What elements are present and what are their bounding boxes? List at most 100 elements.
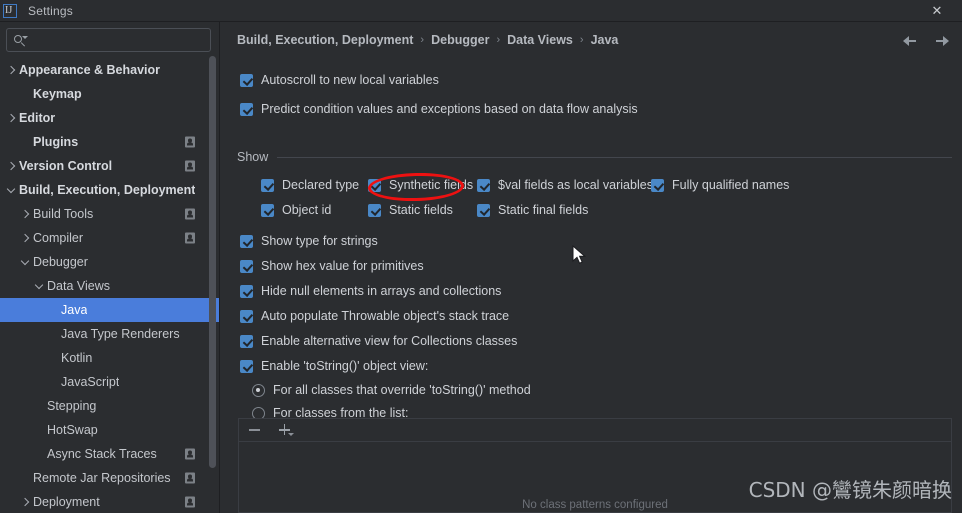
checkbox-box[interactable] — [240, 334, 253, 348]
checkbox-box[interactable] — [368, 178, 381, 192]
chevron-right-icon[interactable] — [4, 63, 18, 77]
checkbox-autoscroll-new-local-variables[interactable]: Autoscroll to new local variables — [240, 73, 439, 87]
sidebar-item-label: Appearance & Behavior — [19, 63, 161, 77]
sidebar-item-deployment[interactable]: Deployment — [0, 490, 219, 513]
breadcrumb-item[interactable]: Java — [591, 33, 619, 47]
group-separator-show: Show — [237, 150, 952, 164]
checkbox-box[interactable] — [240, 309, 253, 323]
sidebar-item-appearance-behavior[interactable]: Appearance & Behavior — [0, 58, 219, 82]
checkbox-box[interactable] — [240, 234, 253, 248]
checkbox-box[interactable] — [368, 203, 381, 217]
non-project-settings-icon — [185, 160, 195, 172]
checkbox-object-id[interactable]: Object id — [261, 203, 331, 217]
sidebar-item-label: Async Stack Traces — [47, 447, 157, 461]
empty-state-text: No class patterns configured — [522, 499, 668, 511]
chevron-down-icon[interactable] — [4, 183, 18, 197]
chevron-right-icon[interactable] — [4, 159, 18, 173]
sidebar-item-plugins[interactable]: Plugins — [0, 130, 219, 154]
checkbox-declared-type[interactable]: Declared type — [261, 178, 359, 192]
chevron-right-icon[interactable] — [18, 231, 32, 245]
chevron-down-icon[interactable] — [32, 279, 46, 293]
checkbox-show-hex-value-for-primitives[interactable]: Show hex value for primitives — [240, 259, 424, 273]
sidebar-item-java-type-renderers[interactable]: Java Type Renderers — [0, 322, 219, 346]
window-titlebar: IJ Settings ✕ — [0, 0, 962, 22]
checkbox-label: Object id — [282, 203, 332, 217]
sidebar-item-javascript[interactable]: JavaScript — [0, 370, 219, 394]
arrow-left-icon[interactable] — [902, 32, 920, 50]
checkbox-label: Static final fields — [498, 203, 589, 217]
checkbox-static-fields[interactable]: Static fields — [368, 203, 453, 217]
checkbox-box[interactable] — [240, 259, 253, 273]
checkbox-auto-populate-throwable-stack-trace[interactable]: Auto populate Throwable object's stack t… — [240, 309, 509, 323]
plus-icon[interactable] — [277, 422, 294, 438]
checkbox-show-type-for-strings[interactable]: Show type for strings — [240, 234, 378, 248]
sidebar-item-keymap[interactable]: Keymap — [0, 82, 219, 106]
checkbox-box[interactable] — [477, 178, 490, 192]
checkbox-box[interactable] — [240, 102, 253, 116]
sidebar-scrollbar-thumb[interactable] — [209, 56, 216, 468]
sidebar-item-stepping[interactable]: Stepping — [0, 394, 219, 418]
sidebar-item-remote-jar-repositories[interactable]: Remote Jar Repositories — [0, 466, 219, 490]
checkbox-label: Hide null elements in arrays and collect… — [261, 284, 502, 298]
checkbox-box[interactable] — [651, 178, 664, 192]
sidebar-item-version-control[interactable]: Version Control — [0, 154, 219, 178]
sidebar-item-debugger[interactable]: Debugger — [0, 250, 219, 274]
checkbox-label: Show type for strings — [261, 234, 378, 248]
checkbox-box[interactable] — [261, 203, 274, 217]
non-project-settings-icon — [185, 496, 195, 508]
checkbox-fully-qualified-names[interactable]: Fully qualified names — [651, 178, 789, 192]
radio-for-all-classes-override-tostring[interactable]: For all classes that override 'toString(… — [252, 383, 531, 397]
sidebar-item-hotswap[interactable]: HotSwap — [0, 418, 219, 442]
sidebar-item-data-views[interactable]: Data Views — [0, 274, 219, 298]
radio-button[interactable] — [252, 383, 265, 397]
sidebar-item-build-tools[interactable]: Build Tools — [0, 202, 219, 226]
sidebar-scrollbar[interactable] — [209, 56, 216, 502]
checkbox-hide-null-elements[interactable]: Hide null elements in arrays and collect… — [240, 284, 501, 298]
checkbox-box[interactable] — [261, 178, 274, 192]
checkbox-enable-alternative-view-collections[interactable]: Enable alternative view for Collections … — [240, 334, 517, 348]
checkbox-label: Auto populate Throwable object's stack t… — [261, 309, 510, 323]
chevron-right-icon[interactable] — [4, 111, 18, 125]
sidebar-item-compiler[interactable]: Compiler — [0, 226, 219, 250]
chevron-down-icon[interactable] — [18, 255, 32, 269]
checkbox-label: Declared type — [282, 178, 360, 192]
checkbox-label: Autoscroll to new local variables — [261, 73, 439, 87]
breadcrumb-item[interactable]: Debugger — [431, 33, 489, 47]
checkbox-box[interactable] — [240, 73, 253, 87]
arrow-right-icon[interactable] — [932, 32, 950, 50]
sidebar-item-label: Debugger — [33, 255, 88, 269]
non-project-settings-icon — [185, 448, 195, 460]
sidebar-item-label: Deployment — [33, 495, 100, 509]
sidebar-item-async-stack-traces[interactable]: Async Stack Traces — [0, 442, 219, 466]
sidebar-item-label: JavaScript — [61, 375, 120, 389]
breadcrumb-item[interactable]: Data Views — [507, 33, 573, 47]
chevron-right-icon[interactable] — [18, 207, 32, 221]
sidebar-item-label: Data Views — [47, 279, 110, 293]
class-patterns-list[interactable]: No class patterns configured — [239, 442, 951, 512]
sidebar-item-java[interactable]: Java — [0, 298, 219, 322]
checkbox-enable-tostring-object-view[interactable]: Enable 'toString()' object view: — [240, 359, 428, 373]
class-patterns-toolbar — [239, 419, 951, 442]
checkbox-box[interactable] — [240, 359, 253, 373]
search-container — [0, 22, 219, 57]
checkbox-label: Enable 'toString()' object view: — [261, 359, 429, 373]
chevron-right-icon[interactable] — [18, 495, 32, 509]
search-input[interactable] — [27, 33, 210, 47]
checkbox-static-final-fields[interactable]: Static final fields — [477, 203, 588, 217]
breadcrumb-separator: › — [579, 34, 584, 46]
checkbox-synthetic-fields[interactable]: Synthetic fields — [368, 178, 473, 192]
checkbox-sval-fields-as-local-variables[interactable]: $val fields as local variables — [477, 178, 653, 192]
close-icon[interactable]: ✕ — [922, 0, 952, 22]
search-box[interactable] — [6, 28, 211, 52]
checkbox-predict-condition-values[interactable]: Predict condition values and exceptions … — [240, 102, 638, 116]
sidebar-item-editor[interactable]: Editor — [0, 106, 219, 130]
sidebar-item-build-execution-deployment[interactable]: Build, Execution, Deployment — [0, 178, 219, 202]
minus-icon[interactable] — [247, 422, 263, 438]
checkbox-box[interactable] — [240, 284, 253, 298]
sidebar-item-kotlin[interactable]: Kotlin — [0, 346, 219, 370]
checkbox-box[interactable] — [477, 203, 490, 217]
breadcrumb-item[interactable]: Build, Execution, Deployment — [237, 33, 413, 47]
